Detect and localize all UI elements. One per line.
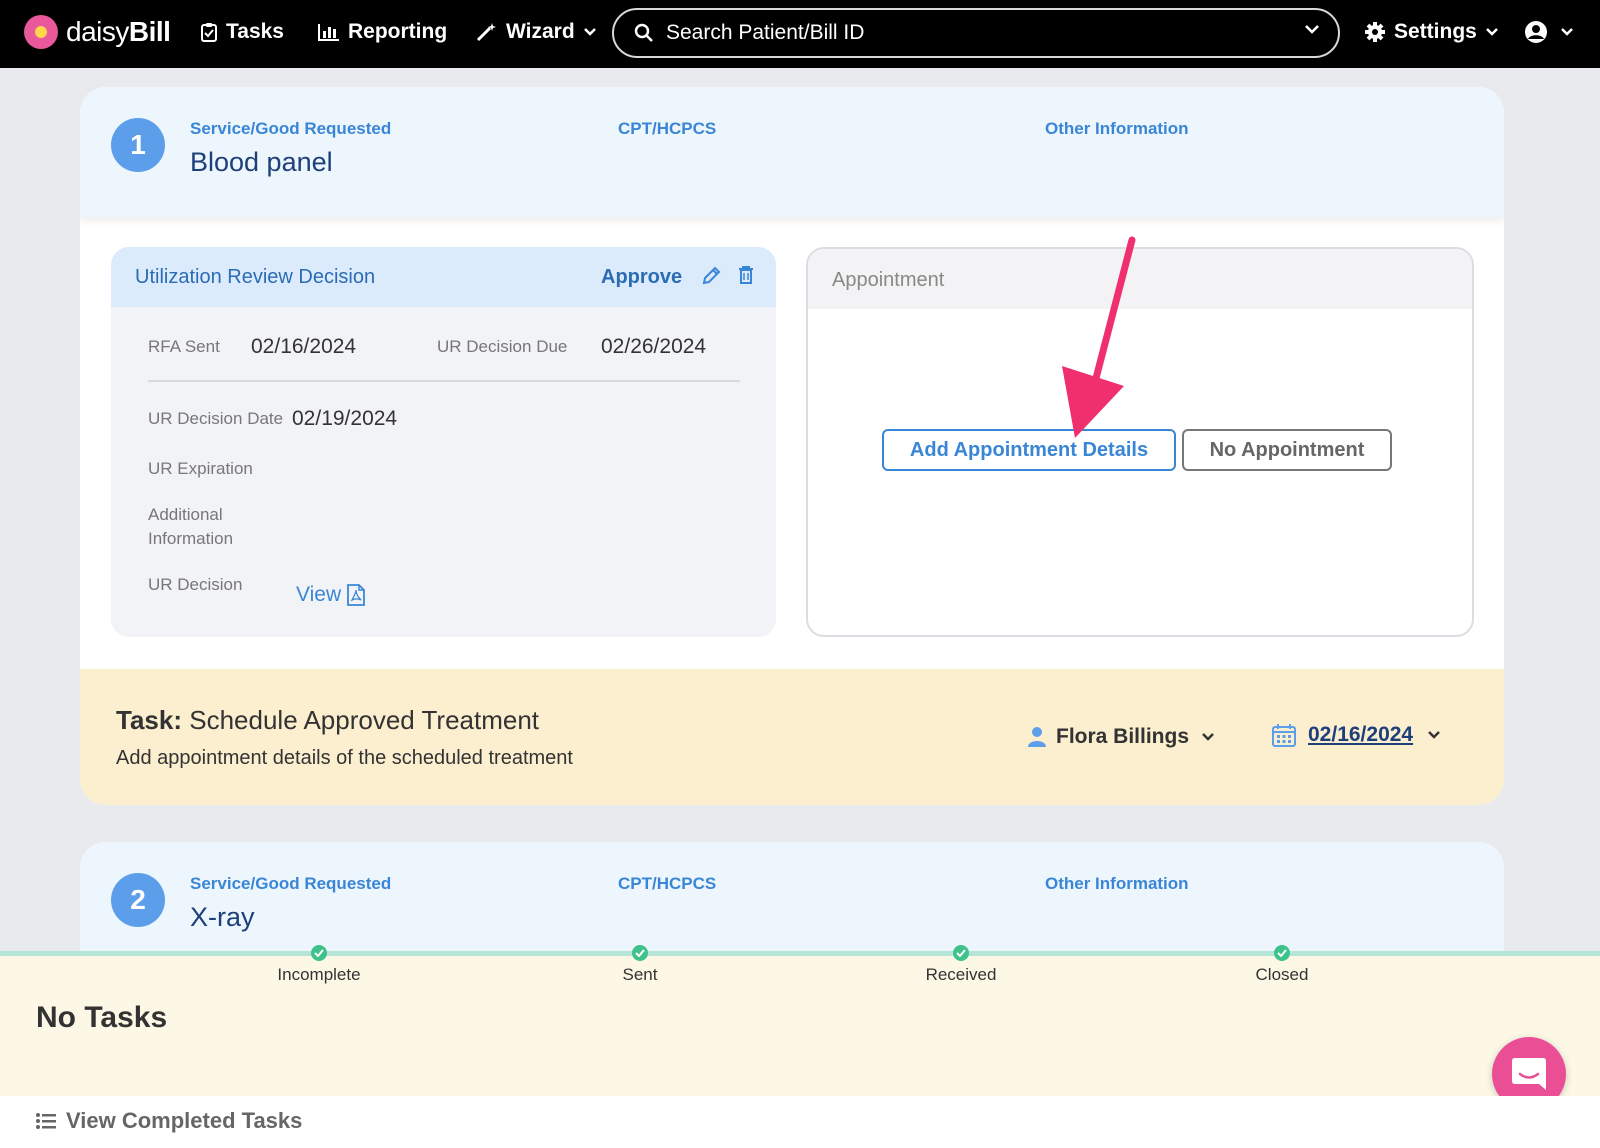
- divider: [148, 380, 740, 382]
- assignee-dropdown[interactable]: Flora Billings: [1028, 725, 1215, 749]
- assignee-name: Flora Billings: [1056, 725, 1190, 748]
- ur-decision-status: Approve: [601, 266, 683, 288]
- service-header: 1 Service/Good Requested Blood panel CPT…: [80, 87, 1504, 217]
- service-value: X-ray: [190, 902, 255, 932]
- ur-decision-due-value: 02/26/2024: [601, 335, 707, 358]
- view-completed-tasks-link[interactable]: View Completed Tasks: [36, 1108, 302, 1134]
- top-navbar: daisyBill Tasks Reporting Wizard Search …: [0, 0, 1600, 68]
- trash-icon[interactable]: [738, 265, 754, 285]
- service-number: 2: [111, 873, 165, 927]
- chevron-down-icon[interactable]: [1304, 23, 1320, 35]
- chevron-down-icon: [1485, 28, 1498, 36]
- rfa-sent-label: RFA Sent: [148, 337, 220, 356]
- appointment-header: Appointment: [808, 249, 1472, 309]
- calendar-icon: [1272, 724, 1296, 747]
- service-label: Service/Good Requested: [190, 874, 392, 893]
- gear-icon: [1365, 22, 1385, 42]
- user-circle-icon: [1525, 21, 1547, 43]
- step-received: Received: [861, 945, 1061, 985]
- chevron-down-icon: [1202, 733, 1214, 741]
- ur-decision-due-label: UR Decision Due: [437, 337, 568, 356]
- step-sent: Sent: [540, 945, 740, 985]
- additional-info-label-line2: Information: [148, 529, 234, 548]
- service-card-1: 1 Service/Good Requested Blood panel CPT…: [80, 87, 1504, 805]
- search-icon: [634, 23, 653, 42]
- nav-reporting[interactable]: Reporting: [318, 20, 447, 44]
- due-date-value: 02/16/2024: [1308, 723, 1414, 746]
- pencil-edit-icon[interactable]: [701, 266, 721, 286]
- status-tracker: Incomplete Sent Received Closed No Tasks: [0, 945, 1600, 1111]
- ur-expiration-label: UR Expiration: [148, 459, 253, 478]
- view-completed-label: View Completed Tasks: [66, 1108, 303, 1133]
- chat-icon: [1512, 1058, 1546, 1090]
- chevron-down-icon: [583, 28, 596, 36]
- additional-info-label-line1: Additional: [148, 505, 223, 524]
- ur-decision-date-label: UR Decision Date: [148, 409, 284, 428]
- step-label: Closed: [1255, 965, 1309, 984]
- service-value: Blood panel: [190, 147, 333, 177]
- step-label: Sent: [622, 965, 658, 984]
- cpt-label: CPT/HCPCS: [618, 874, 717, 893]
- step-closed: Closed: [1182, 945, 1382, 985]
- no-appointment-button[interactable]: No Appointment: [1182, 429, 1392, 471]
- clipboard-check-icon: [201, 23, 217, 42]
- step-incomplete: Incomplete: [219, 945, 419, 985]
- user-icon: [1028, 727, 1046, 747]
- nav-wizard-label: Wizard: [506, 20, 575, 43]
- chevron-down-icon: [1561, 28, 1573, 36]
- ur-decision-date-value: 02/19/2024: [292, 407, 398, 430]
- search-placeholder: Search Patient/Bill ID: [666, 21, 865, 44]
- service-number: 1: [111, 118, 165, 172]
- user-menu[interactable]: [1524, 20, 1574, 44]
- task-subtitle: Add appointment details of the scheduled…: [116, 747, 573, 769]
- nav-reporting-label: Reporting: [348, 20, 448, 43]
- search-bar[interactable]: Search Patient/Bill ID: [612, 8, 1340, 58]
- nav-settings[interactable]: Settings: [1364, 20, 1499, 44]
- check-icon: [953, 945, 969, 961]
- check-icon: [311, 945, 327, 961]
- task-title-text: Schedule Approved Treatment: [189, 705, 540, 735]
- annotation-arrow-icon: [1062, 236, 1136, 438]
- nav-tasks[interactable]: Tasks: [200, 20, 284, 44]
- ur-panel-header: Utilization Review Decision Approve: [111, 247, 776, 307]
- task-title: Task: Schedule Approved Treatment: [116, 705, 539, 736]
- check-icon: [1274, 945, 1290, 961]
- view-ur-decision-link[interactable]: View: [296, 583, 366, 607]
- rfa-sent-value: 02/16/2024: [251, 335, 357, 358]
- ur-decision-panel: Utilization Review Decision Approve RFA …: [111, 247, 776, 637]
- ur-decision-label: UR Decision: [148, 575, 243, 594]
- pdf-file-icon: [347, 584, 366, 606]
- nav-wizard[interactable]: Wizard: [476, 20, 597, 44]
- step-label: Incomplete: [277, 965, 361, 984]
- brand-name: daisyBill: [66, 16, 171, 47]
- task-prefix: Task:: [116, 705, 182, 735]
- other-info-label: Other Information: [1045, 119, 1189, 138]
- due-date-dropdown[interactable]: 02/16/2024: [1272, 723, 1441, 747]
- view-link-label: View: [296, 583, 342, 606]
- service-label: Service/Good Requested: [190, 119, 392, 138]
- check-icon: [632, 945, 648, 961]
- step-label: Received: [925, 965, 997, 984]
- task-banner: Task: Schedule Approved Treatment Add ap…: [80, 669, 1504, 805]
- flower-logo-icon: [24, 15, 58, 49]
- chevron-down-icon: [1428, 731, 1440, 739]
- other-info-label: Other Information: [1045, 874, 1189, 893]
- appointment-title: Appointment: [832, 269, 945, 291]
- magic-wand-icon: [476, 23, 496, 42]
- daisybill-logo[interactable]: daisyBill: [24, 15, 171, 49]
- footer-bar: View Completed Tasks: [0, 1096, 1600, 1148]
- ur-panel-title: Utilization Review Decision: [135, 266, 376, 288]
- bar-chart-icon: [318, 24, 339, 41]
- appointment-panel: Appointment Add Appointment Details No A…: [806, 247, 1474, 637]
- nav-tasks-label: Tasks: [226, 20, 284, 43]
- nav-settings-label: Settings: [1394, 20, 1477, 43]
- list-icon: [36, 1113, 56, 1129]
- no-tasks-heading: No Tasks: [36, 1001, 168, 1034]
- cpt-label: CPT/HCPCS: [618, 119, 717, 138]
